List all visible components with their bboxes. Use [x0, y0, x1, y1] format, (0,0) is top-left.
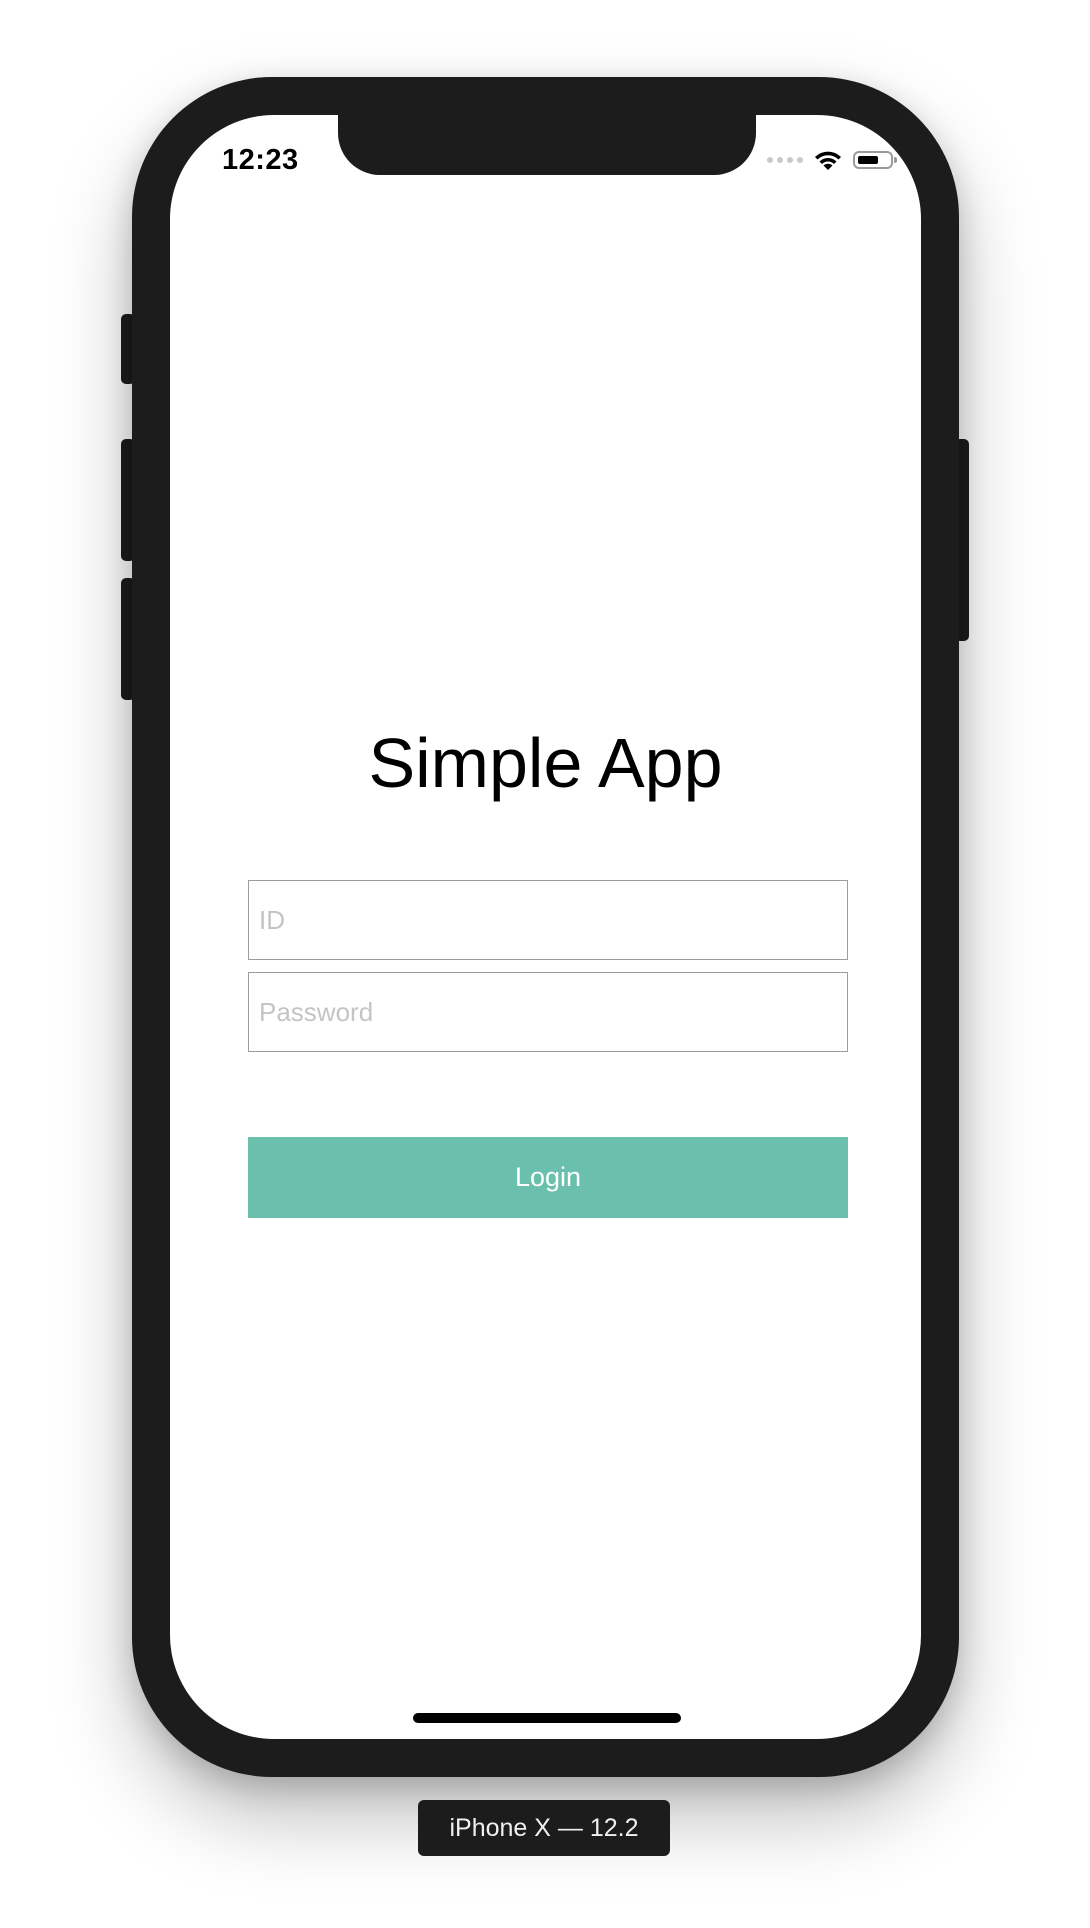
status-time: 12:23 — [222, 144, 299, 176]
notch — [338, 115, 756, 175]
id-input[interactable] — [248, 880, 848, 960]
cellular-signal-icon — [767, 157, 803, 163]
wifi-icon — [813, 149, 843, 171]
login-button[interactable]: Login — [248, 1137, 848, 1218]
home-indicator[interactable] — [413, 1713, 681, 1723]
device-label: iPhone X — 12.2 — [418, 1800, 670, 1856]
phone-screen: 12:23 Simple App Login — [170, 115, 921, 1739]
battery-icon — [853, 151, 897, 169]
password-input[interactable] — [248, 972, 848, 1052]
app-title: Simple App — [368, 724, 723, 802]
status-icons — [767, 149, 897, 171]
